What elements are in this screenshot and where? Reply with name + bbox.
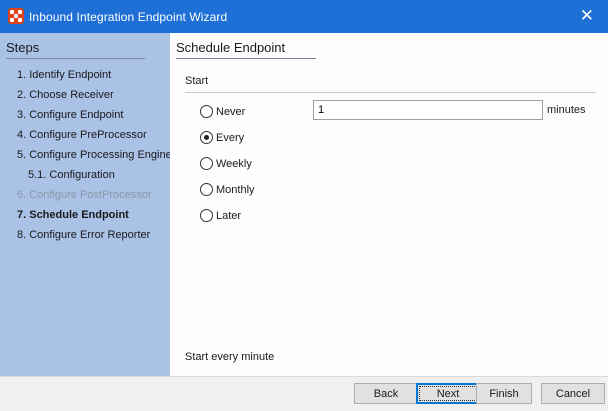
close-icon[interactable]: ✕ — [580, 6, 594, 26]
radio-every-label: Every — [216, 131, 245, 144]
start-section-divider — [185, 92, 596, 93]
step-configure-processing-engine[interactable]: 5. Configure Processing Engine — [17, 149, 172, 161]
step-configuration[interactable]: 5.1. Configuration — [28, 169, 115, 181]
radio-every-circle[interactable] — [200, 131, 213, 144]
interval-units-label: minutes — [547, 104, 586, 116]
step-configure-error-reporter[interactable]: 8. Configure Error Reporter — [17, 229, 150, 241]
step-configure-endpoint[interactable]: 3. Configure Endpoint — [17, 109, 123, 121]
radio-later-label: Later — [216, 209, 242, 222]
radio-never-circle[interactable] — [200, 105, 213, 118]
radio-later[interactable]: Later — [200, 209, 241, 222]
radio-weekly-circle[interactable] — [200, 157, 213, 170]
window-title: Inbound Integration Endpoint Wizard — [29, 10, 228, 24]
radio-every[interactable]: Every — [200, 131, 244, 144]
main-panel: Schedule Endpoint Start Never Every Week… — [170, 33, 608, 376]
cancel-button[interactable]: Cancel — [541, 383, 605, 404]
schedule-summary: Start every minute — [185, 351, 275, 363]
radio-never[interactable]: Never — [200, 105, 245, 118]
app-logo-icon — [8, 8, 24, 24]
step-configure-postprocessor: 6. Configure PostProcessor — [17, 189, 152, 201]
wizard-footer: Back Next Finish Cancel — [0, 376, 608, 411]
interval-input[interactable] — [313, 100, 543, 120]
step-schedule-endpoint[interactable]: 7. Schedule Endpoint — [17, 209, 129, 221]
radio-never-label: Never — [216, 105, 246, 118]
page-title-divider — [176, 58, 316, 59]
radio-weekly-label: Weekly — [216, 157, 252, 170]
radio-monthly[interactable]: Monthly — [200, 183, 255, 196]
step-configure-preprocessor[interactable]: 4. Configure PreProcessor — [17, 129, 147, 141]
steps-header: Steps — [6, 40, 40, 55]
radio-later-circle[interactable] — [200, 209, 213, 222]
back-button[interactable]: Back — [354, 383, 418, 404]
radio-monthly-label: Monthly — [216, 183, 255, 196]
page-title: Schedule Endpoint — [176, 40, 286, 55]
start-section-label: Start — [185, 75, 209, 87]
next-button[interactable]: Next — [416, 383, 480, 404]
title-bar: Inbound Integration Endpoint Wizard ✕ — [0, 0, 608, 33]
step-identify-endpoint[interactable]: 1. Identify Endpoint — [17, 69, 111, 81]
radio-monthly-circle[interactable] — [200, 183, 213, 196]
steps-divider — [6, 58, 145, 59]
finish-button[interactable]: Finish — [476, 383, 532, 404]
steps-sidebar: Steps 1. Identify Endpoint 2. Choose Rec… — [0, 33, 172, 376]
step-choose-receiver[interactable]: 2. Choose Receiver — [17, 89, 114, 101]
radio-weekly[interactable]: Weekly — [200, 157, 252, 170]
